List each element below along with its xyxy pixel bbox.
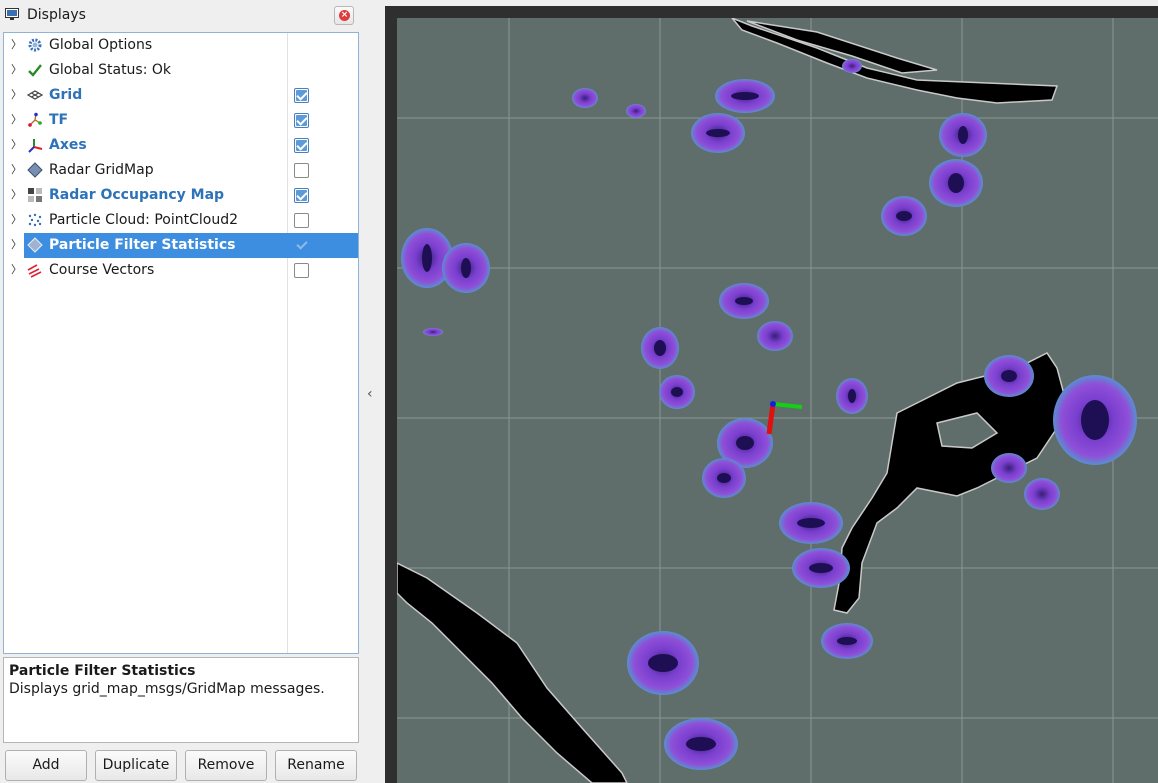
tree-item-label: Course Vectors — [49, 262, 155, 278]
particle-cluster — [572, 88, 598, 108]
monitor-icon — [5, 8, 19, 20]
expand-arrow-icon[interactable]: 〉 — [11, 163, 22, 176]
pointcloud-icon — [28, 213, 42, 227]
expand-arrow-icon[interactable]: 〉 — [11, 63, 22, 76]
displays-tree[interactable]: 〉 Global Options 〉 Global Status: Ok 〉 G… — [3, 32, 359, 654]
gridmap-icon — [27, 162, 43, 178]
duplicate-button[interactable]: Duplicate — [95, 750, 177, 781]
occupancy-map-icon — [28, 188, 42, 202]
expand-arrow-icon[interactable]: 〉 — [11, 188, 22, 201]
occupancy-map[interactable] — [397, 18, 1158, 783]
gridmap-icon — [27, 237, 43, 253]
particle-cluster — [423, 328, 443, 336]
axes-enable-checkbox[interactable] — [294, 138, 309, 153]
tree-item-label: Particle Cloud: PointCloud2 — [49, 212, 238, 228]
tree-item-label: TF — [49, 112, 69, 128]
tree-item-label: Radar GridMap — [49, 162, 154, 178]
tree-item-label: Axes — [49, 137, 87, 153]
tree-item-label: Grid — [49, 87, 83, 103]
description-box: Particle Filter Statistics Displays grid… — [3, 657, 359, 743]
particle-cluster — [991, 453, 1027, 483]
tree-item-label: Radar Occupancy Map — [49, 187, 225, 203]
tree-item-radar-occupancy-map[interactable]: 〉 Radar Occupancy Map — [4, 183, 358, 208]
remove-button[interactable]: Remove — [185, 750, 267, 781]
expand-arrow-icon[interactable]: 〉 — [11, 113, 22, 126]
particle-cluster — [1024, 478, 1060, 510]
panel-splitter[interactable]: ‹ — [362, 0, 385, 783]
tree-item-course-vectors[interactable]: 〉 Course Vectors — [4, 258, 358, 283]
tf-enable-checkbox[interactable] — [294, 113, 309, 128]
checkmark-icon — [28, 64, 42, 77]
tree-item-label: Particle Filter Statistics — [49, 237, 236, 253]
description-title: Particle Filter Statistics — [9, 663, 196, 679]
radar-gridmap-enable-checkbox[interactable] — [294, 163, 309, 178]
expand-arrow-icon[interactable]: 〉 — [11, 263, 22, 276]
particle-cluster — [842, 59, 862, 73]
displays-panel: Displays × 〉 Global Options 〉 Global Sta… — [0, 0, 362, 783]
3d-viewport[interactable] — [385, 6, 1158, 783]
grid-icon — [27, 90, 43, 100]
panel-title: Displays — [27, 7, 86, 23]
expand-arrow-icon[interactable]: 〉 — [11, 88, 22, 101]
tree-item-label: Global Options — [49, 37, 153, 53]
particle-cluster — [757, 321, 793, 351]
tree-item-particle-filter-statistics[interactable]: 〉 Particle Filter Statistics — [4, 233, 358, 258]
gear-icon — [28, 38, 42, 52]
expand-arrow-icon[interactable]: 〉 — [11, 138, 22, 151]
tree-item-global-options[interactable]: 〉 Global Options — [4, 33, 358, 58]
tree-item-tf[interactable]: 〉 TF — [4, 108, 358, 133]
axes-icon — [28, 139, 43, 153]
tree-item-global-status[interactable]: 〉 Global Status: Ok — [4, 58, 358, 83]
collapse-panel-icon[interactable]: ‹ — [367, 386, 373, 402]
tree-item-radar-gridmap[interactable]: 〉 Radar GridMap — [4, 158, 358, 183]
expand-arrow-icon[interactable]: 〉 — [11, 213, 22, 226]
close-button[interactable]: × — [334, 6, 354, 25]
description-text: Displays grid_map_msgs/GridMap messages. — [9, 681, 325, 697]
particle-cluster — [626, 104, 646, 118]
add-button[interactable]: Add — [5, 750, 87, 781]
close-icon: × — [339, 10, 350, 21]
tree-item-particle-cloud[interactable]: 〉 Particle Cloud: PointCloud2 — [4, 208, 358, 233]
expand-arrow-icon[interactable]: 〉 — [11, 38, 22, 51]
vectors-icon — [27, 264, 42, 278]
rename-button[interactable]: Rename — [275, 750, 357, 781]
particle-cloud-enable-checkbox[interactable] — [294, 213, 309, 228]
course-vectors-enable-checkbox[interactable] — [294, 263, 309, 278]
occupancy-map-enable-checkbox[interactable] — [294, 188, 309, 203]
tree-item-label: Global Status: Ok — [49, 62, 172, 78]
expand-arrow-icon[interactable]: 〉 — [11, 238, 22, 251]
panel-titlebar: Displays × — [0, 0, 362, 30]
tf-icon — [28, 112, 42, 127]
tree-item-axes[interactable]: 〉 Axes — [4, 133, 358, 158]
grid-enable-checkbox[interactable] — [294, 88, 309, 103]
tree-item-grid[interactable]: 〉 Grid — [4, 83, 358, 108]
